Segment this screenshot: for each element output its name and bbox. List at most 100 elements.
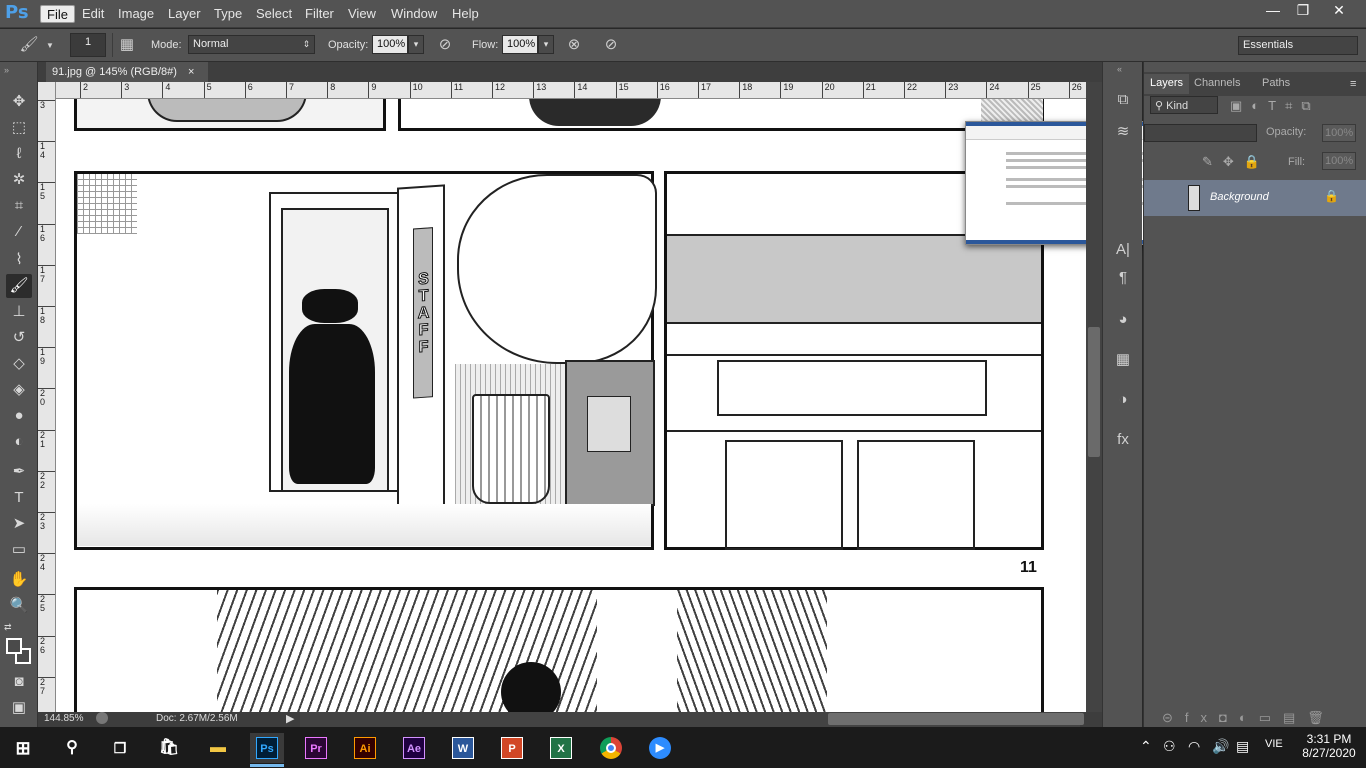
word-taskbar-icon[interactable]: W	[446, 733, 480, 763]
photoshop-taskbar-icon[interactable]: Ps	[250, 733, 284, 763]
search-icon[interactable]: ⚲	[55, 733, 89, 763]
tab-paths[interactable]: Paths	[1256, 74, 1296, 94]
wifi-icon[interactable]: ◠	[1188, 738, 1200, 755]
after-effects-taskbar-icon[interactable]: Ae	[397, 733, 431, 763]
pen-tool-icon[interactable]: ✒	[6, 460, 32, 484]
brush-size-picker[interactable]: 1	[70, 33, 106, 57]
menu-type[interactable]: Type	[208, 5, 248, 23]
menu-help[interactable]: Help	[446, 5, 485, 23]
pressure-size-icon[interactable]: ⊘	[600, 34, 622, 56]
rectangle-tool-icon[interactable]: ▭	[6, 538, 32, 562]
pressure-opacity-icon[interactable]: ⊘	[434, 34, 456, 56]
notification-icon[interactable]: ▤	[1236, 738, 1249, 755]
properties-panel-icon[interactable]: ≋	[1113, 122, 1133, 142]
panel-menu-icon[interactable]: ≡	[1350, 78, 1356, 90]
screen-mode-icon[interactable]: ▣	[6, 696, 32, 720]
eraser-icon[interactable]: ◇	[6, 352, 32, 376]
blend-mode-select[interactable]	[1144, 124, 1257, 142]
lasso-tool-icon[interactable]: ℓ	[6, 142, 32, 166]
tray-overflow-icon[interactable]: ⌃	[1140, 738, 1152, 755]
restore-button[interactable]: ❐	[1286, 1, 1320, 21]
magic-wand-icon[interactable]: ✲	[6, 168, 32, 192]
powerpoint-taskbar-icon[interactable]: P	[495, 733, 529, 763]
windows-start-icon[interactable]: ⊞	[6, 733, 40, 763]
mode-select[interactable]: Normal	[188, 35, 300, 54]
menu-layer[interactable]: Layer	[162, 5, 207, 23]
menu-select[interactable]: Select	[250, 5, 298, 23]
move-tool-icon[interactable]: ✥	[6, 90, 32, 114]
adjustments-panel-icon[interactable]: ▦	[1113, 350, 1133, 370]
paragraph-panel-icon[interactable]: ¶	[1113, 268, 1133, 288]
canvas[interactable]: STAFF 11	[56, 99, 1086, 712]
share-icon[interactable]	[96, 712, 108, 724]
path-selection-icon[interactable]: ➤	[6, 512, 32, 536]
chevron-down-icon[interactable]: ▼	[46, 41, 54, 50]
layer-filter-select[interactable]: ⚲ Kind	[1150, 96, 1218, 114]
menu-window[interactable]: Window	[385, 5, 443, 23]
zoom-tool-icon[interactable]: 🔍	[6, 594, 32, 618]
dodge-tool-icon[interactable]: ◐	[6, 430, 32, 454]
volume-icon[interactable]: 🔊	[1212, 738, 1229, 755]
actions-panel-icon[interactable]: fx	[1113, 430, 1133, 450]
store-icon[interactable]: 🛍	[152, 733, 186, 763]
swap-colors-icon[interactable]: ⇄	[4, 622, 12, 633]
crop-tool-icon[interactable]: ⌗	[6, 194, 32, 218]
menu-edit[interactable]: Edit	[76, 5, 110, 23]
swatches-panel-icon[interactable]: ◕	[1113, 310, 1133, 330]
lock-icons[interactable]: ✎✥🔒	[1202, 154, 1270, 170]
paint-bucket-icon[interactable]: ◈	[6, 378, 32, 402]
styles-panel-icon[interactable]: ◑	[1113, 390, 1133, 410]
history-brush-icon[interactable]: ↺	[6, 326, 32, 350]
blur-tool-icon[interactable]: ●	[6, 404, 32, 428]
chrome-icon[interactable]	[594, 733, 628, 763]
eyedropper-icon[interactable]: ⁄	[6, 220, 32, 244]
clock[interactable]: 3:31 PM 8/27/2020	[1300, 732, 1358, 760]
minimize-button[interactable]: —	[1256, 1, 1290, 21]
quick-mask-icon[interactable]: ◙	[6, 670, 32, 694]
illustrator-taskbar-icon[interactable]: Ai	[348, 733, 382, 763]
layer-opacity-input[interactable]: 100%	[1322, 124, 1356, 142]
flow-input[interactable]: 100%	[502, 35, 538, 54]
mode-chevron-icon[interactable]: ⇕	[299, 35, 315, 54]
status-menu-arrow-icon[interactable]: ▶	[286, 712, 294, 725]
language-indicator[interactable]: VIE	[1265, 738, 1283, 750]
flow-chevron-icon[interactable]: ▾	[538, 35, 554, 54]
marquee-tool-icon[interactable]: ⬚	[6, 116, 32, 140]
layer-filter-icons[interactable]: ▣◐T⌗⧉	[1230, 98, 1320, 114]
collapse-icon[interactable]: «	[1117, 64, 1122, 74]
menu-filter[interactable]: Filter	[299, 5, 340, 23]
horizontal-scrollbar[interactable]	[300, 712, 1084, 727]
horizontal-scroll-thumb[interactable]	[828, 713, 1084, 725]
vertical-scroll-thumb[interactable]	[1088, 327, 1100, 457]
brush-preset-icon[interactable]: 🖌	[18, 34, 40, 56]
vertical-scrollbar[interactable]	[1086, 82, 1102, 712]
healing-brush-icon[interactable]: ⌇	[6, 248, 32, 272]
close-tab-icon[interactable]: ×	[188, 66, 194, 78]
excel-taskbar-icon[interactable]: X	[544, 733, 578, 763]
opacity-chevron-icon[interactable]: ▾	[408, 35, 424, 54]
close-button[interactable]: ✕	[1322, 1, 1356, 21]
task-view-icon[interactable]: ❐	[103, 733, 137, 763]
zoom-level[interactable]: 144.85%	[44, 713, 83, 724]
layer-name[interactable]: Background	[1210, 191, 1269, 203]
tab-layers[interactable]: Layers	[1144, 74, 1190, 94]
menu-image[interactable]: Image	[112, 5, 160, 23]
character-panel-icon[interactable]: A|	[1113, 240, 1133, 260]
people-icon[interactable]: ⚇	[1163, 738, 1176, 755]
workspace-switcher[interactable]: Essentials	[1238, 36, 1358, 55]
layer-row-background[interactable]: Background 🔒	[1144, 180, 1366, 216]
fill-input[interactable]: 100%	[1322, 152, 1356, 170]
clone-stamp-icon[interactable]: ⊥	[6, 300, 32, 324]
premiere-taskbar-icon[interactable]: Pr	[299, 733, 333, 763]
opacity-input[interactable]: 100%	[372, 35, 408, 54]
type-tool-icon[interactable]: T	[6, 486, 32, 510]
brush-tool-icon[interactable]: 🖌	[6, 274, 32, 298]
zoom-icon[interactable]: ▶	[643, 733, 677, 763]
menu-file[interactable]: File	[40, 5, 75, 23]
menu-view[interactable]: View	[342, 5, 382, 23]
foreground-color-swatch[interactable]	[6, 638, 22, 654]
tab-channels[interactable]: Channels	[1188, 74, 1246, 94]
hand-tool-icon[interactable]: ✋	[6, 568, 32, 592]
brush-panel-icon[interactable]: ▦	[116, 34, 138, 56]
history-panel-icon[interactable]: ⧉	[1113, 90, 1133, 110]
